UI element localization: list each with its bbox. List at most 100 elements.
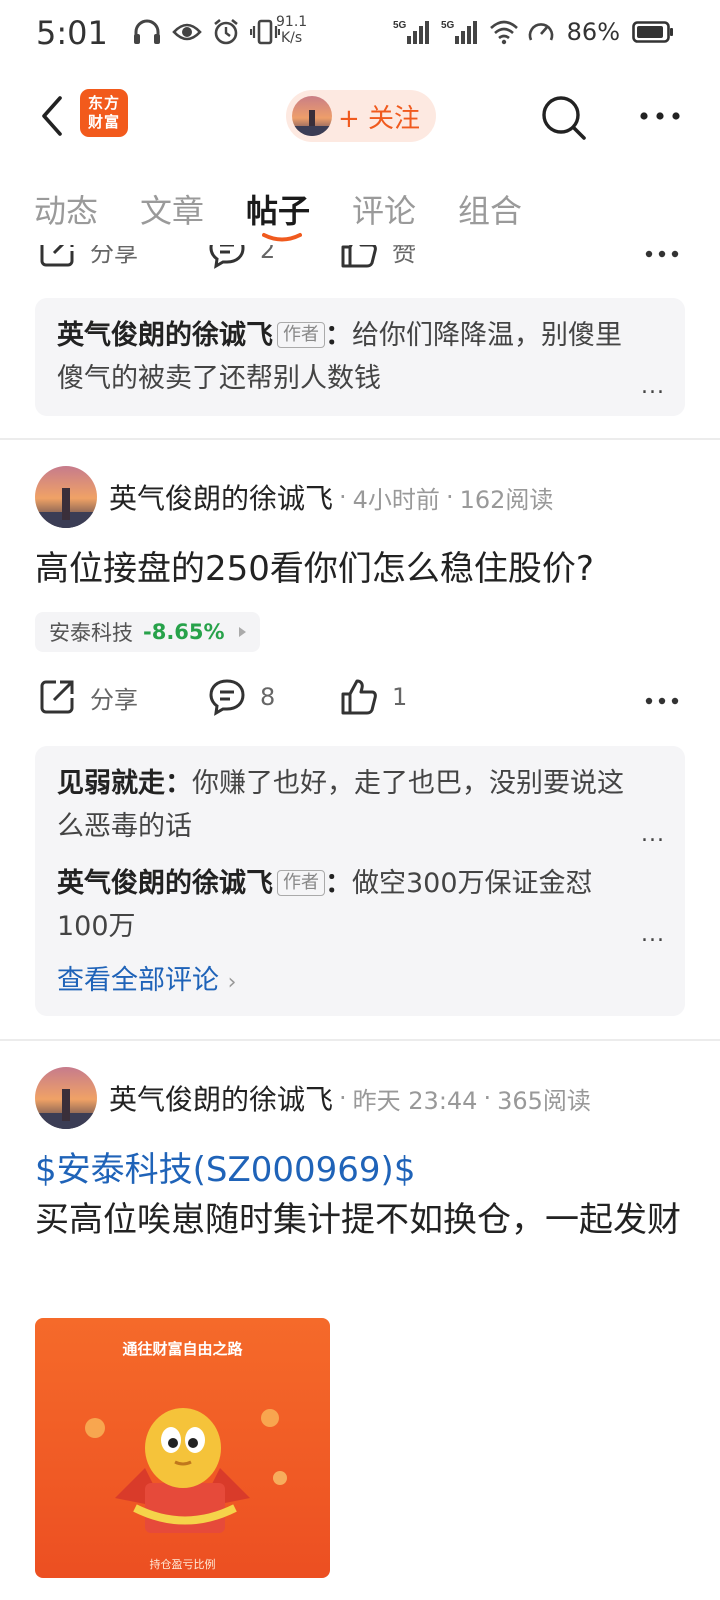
ellipsis-icon: ...: [641, 374, 665, 399]
post-image[interactable]: 通往财富自由之路 持仓盈亏比例: [35, 1318, 330, 1578]
share-label: 分享: [90, 245, 138, 267]
thumbs-up-icon: [341, 679, 377, 715]
app-logo[interactable]: 东方 财富: [80, 89, 128, 137]
comment-author[interactable]: 见弱就走: [57, 768, 165, 799]
alarm-icon: [214, 18, 238, 45]
status-left-icons: [132, 18, 280, 46]
headphones-icon: [134, 19, 160, 44]
stock-name: 安泰科技: [49, 621, 133, 645]
post-feed[interactable]: 分享 2 赞 英气俊朗的徐诚飞 作者 ：给你们降降温，别傻里傻气的被卖了还帮别人数钱…: [0, 245, 720, 1600]
post-header[interactable]: 英气俊朗的徐诚飞 · 昨天 23:44 · 365阅读: [35, 1066, 685, 1130]
view-all-label: 查看全部评论: [57, 965, 219, 996]
mascot-illustration: [85, 1408, 287, 1533]
more-icon[interactable]: [644, 696, 680, 706]
battery-percent: 86%: [566, 18, 620, 46]
like-count: 1: [392, 683, 408, 711]
image-banner-text: 通往财富自由之路: [122, 1340, 243, 1358]
post-time: 昨天 23:44: [352, 1086, 478, 1115]
avatar: [292, 96, 332, 136]
share-icon: [40, 680, 74, 714]
tab-posts[interactable]: 帖子: [246, 186, 310, 232]
comment-icon: [209, 679, 245, 716]
chevron-right-icon: ›: [227, 970, 237, 995]
comment-item[interactable]: 英气俊朗的徐诚飞 作者 ：给你们降降温，别傻里傻气的被卖了还帮别人数钱 ...: [57, 314, 665, 400]
meta-dot: ·: [339, 483, 347, 511]
comment-item[interactable]: 见弱就走：你赚了也好，走了也巴，没别要说这么恶毒的话 ...: [57, 762, 665, 848]
status-right-icons: 5G 5G 86%: [393, 18, 674, 46]
ellipsis-icon: ...: [641, 822, 665, 847]
like-label: 赞: [392, 245, 416, 267]
stock-change: -8.65%: [143, 620, 225, 644]
post-header[interactable]: 英气俊朗的徐诚飞 · 4小时前 · 162阅读: [35, 465, 685, 529]
comment-button[interactable]: 8: [208, 678, 275, 716]
author-name[interactable]: 英气俊朗的徐诚飞: [109, 477, 333, 517]
view-all-comments-link[interactable]: 查看全部评论 ›: [57, 958, 665, 997]
author-tag: 作者: [277, 870, 325, 896]
read-count: 365阅读: [497, 1086, 591, 1115]
stock-link[interactable]: $安泰科技(SZ000969)$: [35, 1145, 685, 1195]
comment-button[interactable]: 2: [208, 245, 275, 269]
stock-chip[interactable]: 安泰科技 -8.65%: [35, 612, 260, 652]
comment-count: 8: [260, 683, 276, 711]
share-button[interactable]: 分享: [38, 678, 138, 716]
share-icon: [40, 245, 74, 267]
meta-dot: ·: [339, 1084, 347, 1112]
status-time: 5:01: [36, 14, 108, 52]
avatar[interactable]: [35, 1067, 97, 1129]
net-speed: 91.1 K/s: [276, 14, 307, 46]
comment-author[interactable]: 英气俊朗的徐诚飞: [57, 868, 273, 899]
share-label: 分享: [90, 685, 138, 714]
author-name[interactable]: 英气俊朗的徐诚飞: [109, 1078, 333, 1118]
thumbs-up-icon: [341, 245, 377, 268]
divider: [0, 1039, 720, 1041]
ellipsis-icon: ...: [641, 922, 665, 947]
comment-item[interactable]: 英气俊朗的徐诚飞 作者 ：做空300万保证金怼100万 ...: [57, 862, 665, 948]
avatar[interactable]: [35, 466, 97, 528]
post-body[interactable]: $安泰科技(SZ000969)$ 买高位唉崽随时集计提不如换仓，一起发财: [35, 1145, 685, 1245]
battery-icon: [632, 21, 673, 43]
tab-active-indicator: [262, 233, 302, 242]
post-time: 4小时前: [352, 485, 440, 514]
post-action-row: 分享 8 1: [0, 678, 720, 728]
author-tag: 作者: [277, 322, 325, 348]
more-icon[interactable]: [638, 106, 682, 126]
meta-dot: ·: [483, 1084, 492, 1112]
back-arrow-icon[interactable]: [34, 94, 70, 138]
comment-author[interactable]: 英气俊朗的徐诚飞: [57, 320, 273, 351]
tab-comments[interactable]: 评论: [352, 186, 416, 232]
logo-line2: 财富: [87, 113, 120, 131]
search-icon[interactable]: [540, 94, 588, 142]
divider: [0, 438, 720, 440]
more-icon[interactable]: [644, 249, 680, 259]
tab-articles[interactable]: 文章: [140, 186, 204, 232]
tab-dynamics[interactable]: 动态: [34, 186, 98, 232]
signal-5g-icon: 5G: [393, 20, 429, 44]
post-title[interactable]: 高位接盘的250看你们怎么稳住股价?: [35, 544, 685, 594]
comment-icon: [209, 245, 245, 269]
image-caption: 持仓盈亏比例: [149, 1558, 216, 1571]
chevron-right-icon: [238, 627, 246, 637]
comment-preview[interactable]: 英气俊朗的徐诚飞 作者 ：给你们降降温，别傻里傻气的被卖了还帮别人数钱 ...: [35, 298, 685, 416]
comment-preview[interactable]: 见弱就走：你赚了也好，走了也巴，没别要说这么恶毒的话 ... 英气俊朗的徐诚飞作…: [35, 746, 685, 1016]
svg-text:5G: 5G: [393, 20, 407, 31]
meta-dot: ·: [445, 483, 454, 511]
follow-label: + 关注: [338, 103, 421, 134]
speedometer-icon: [528, 23, 553, 41]
read-count: 162阅读: [459, 485, 554, 514]
share-button[interactable]: 分享: [38, 245, 138, 269]
like-button[interactable]: 赞: [340, 245, 416, 269]
eye-icon: [172, 23, 202, 41]
signal-5g-icon-2: 5G: [441, 20, 477, 44]
logo-line1: 东方: [87, 94, 120, 112]
status-bar: 5:01 91.1 K/s 5G 5G 86%: [0, 0, 720, 70]
top-header: 东方 财富 + 关注: [0, 80, 720, 156]
tab-bar: 动态 文章 帖子 评论 组合: [0, 180, 720, 242]
follow-button[interactable]: + 关注: [286, 90, 436, 142]
tab-portfolios[interactable]: 组合: [458, 186, 522, 232]
svg-text:5G: 5G: [441, 20, 455, 31]
post-text: 买高位唉崽随时集计提不如换仓，一起发财: [35, 1200, 681, 1240]
comment-count: 2: [260, 245, 276, 264]
wifi-icon: [489, 20, 518, 45]
like-button[interactable]: 1: [340, 678, 407, 716]
net-speed-value: 91.1: [276, 14, 308, 30]
